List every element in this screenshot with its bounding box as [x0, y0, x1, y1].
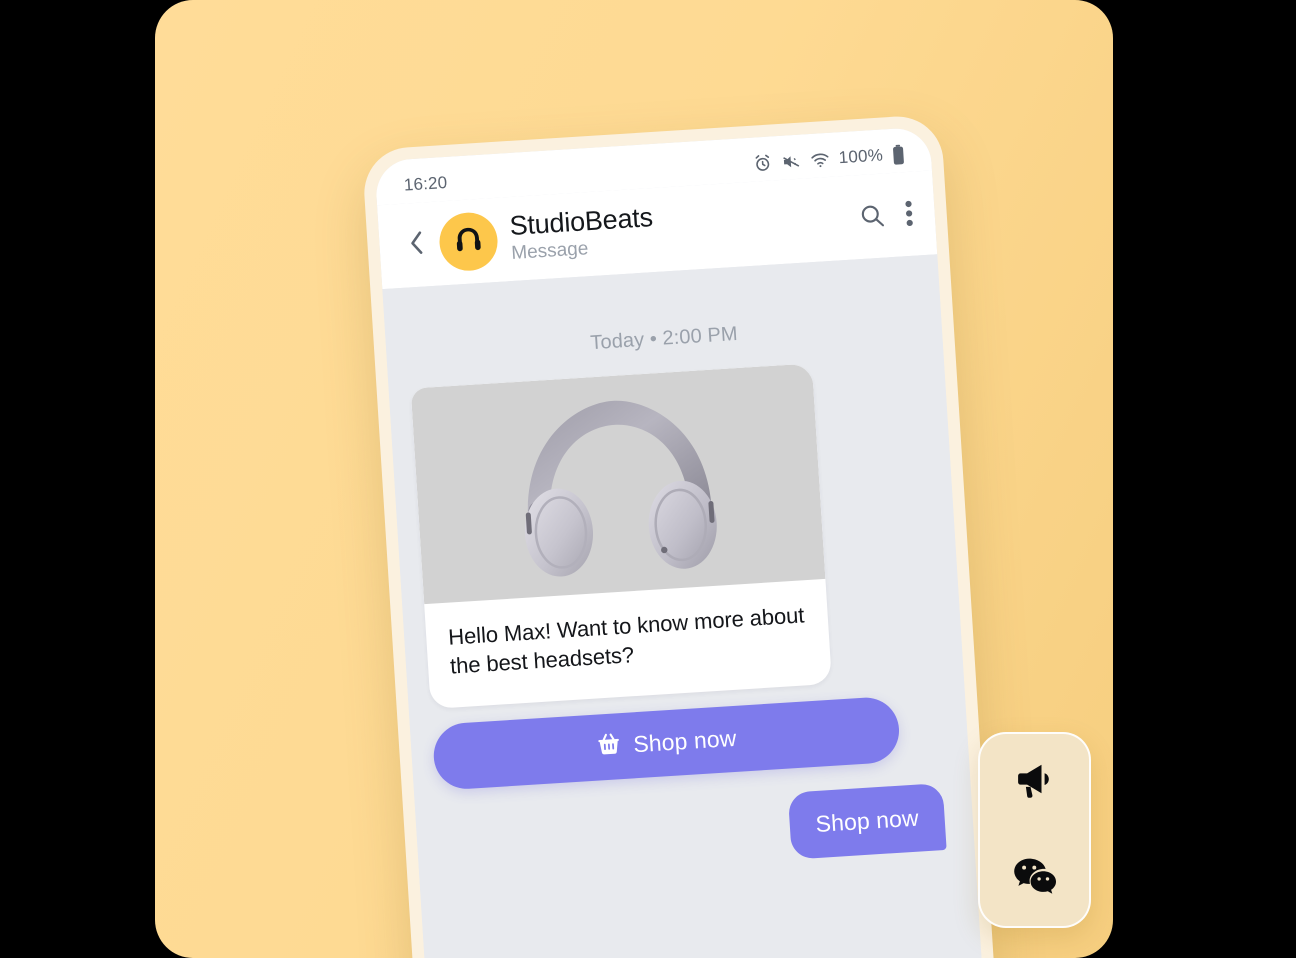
megaphone-icon: [1014, 759, 1056, 806]
headphones-product-image: [410, 363, 826, 605]
more-vertical-icon[interactable]: [905, 199, 914, 226]
phone-screen: 16:20 100% StudioBeats Message Today • 2…: [374, 126, 985, 958]
volume-muted-icon: [780, 151, 801, 171]
battery-percent-label: 100%: [838, 145, 884, 168]
status-indicators: 100%: [752, 144, 905, 175]
wechat-bubbles-icon: [1013, 856, 1057, 901]
back-button[interactable]: [396, 225, 436, 265]
chat-button[interactable]: [1004, 847, 1066, 909]
search-icon[interactable]: [858, 201, 887, 230]
floating-side-panel: [978, 732, 1091, 928]
avatar[interactable]: [437, 210, 500, 273]
phone-mockup: 16:20 100% StudioBeats Message Today • 2…: [361, 113, 997, 958]
header-actions: [858, 199, 914, 231]
outgoing-message-bubble[interactable]: Shop now: [787, 782, 947, 860]
chevron-left-icon: [405, 227, 429, 263]
shopping-basket-icon: [596, 731, 623, 763]
product-message-card[interactable]: Hello Max! Want to know more about the b…: [410, 363, 832, 709]
battery-icon: [891, 144, 905, 166]
wifi-icon: [809, 149, 830, 169]
chat-body: Today • 2:00 PM Hello Max! Want to know …: [382, 254, 985, 958]
broadcast-button[interactable]: [1004, 751, 1066, 813]
header-text-group: StudioBeats Message: [509, 190, 861, 265]
headphones-icon: [450, 221, 486, 262]
shop-now-cta-button[interactable]: Shop now: [431, 695, 902, 791]
outgoing-message-row: Shop now: [437, 782, 952, 882]
yellow-background-card: 16:20 100% StudioBeats Message Today • 2…: [155, 0, 1113, 958]
shop-now-cta-label: Shop now: [632, 725, 738, 758]
alarm-icon: [752, 153, 772, 173]
status-time: 16:20: [403, 172, 448, 195]
